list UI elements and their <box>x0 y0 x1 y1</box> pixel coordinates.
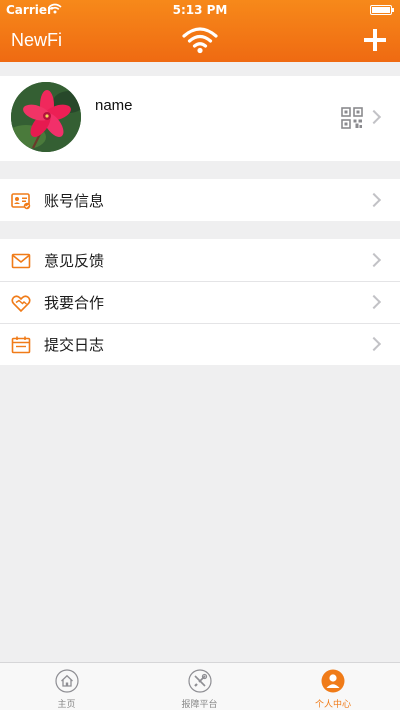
menu-group-account: 账号信息 <box>0 179 400 221</box>
chevron-right-icon <box>366 294 382 310</box>
menu-item-label: 意见反馈 <box>44 252 105 270</box>
menu-item-label: 我要合作 <box>44 294 105 312</box>
menu-item-submit-log[interactable]: 提交日志 <box>0 323 400 365</box>
tab-bar: 主页 报障平台 个人中心 <box>0 662 400 710</box>
tab-label: 个人中心 <box>314 700 351 710</box>
menu-item-account-info[interactable]: 账号信息 <box>0 179 400 221</box>
tab-personal-center[interactable]: 个人中心 <box>266 663 400 710</box>
status-time: 5:13 PM <box>172 3 228 17</box>
handshake-heart-icon <box>11 295 31 313</box>
avatar[interactable] <box>11 82 81 152</box>
chevron-right-icon <box>366 109 382 125</box>
profile-name: name <box>95 97 133 114</box>
id-card-icon <box>11 193 31 210</box>
profile-card[interactable]: name <box>0 76 400 161</box>
tab-label: 主页 <box>57 700 76 710</box>
nav-bar: Carrier 5:13 PM NewFi <box>0 0 400 62</box>
flower-avatar-image <box>11 82 81 152</box>
person-icon <box>321 669 345 693</box>
app-title: NewFi <box>11 30 63 50</box>
chevron-right-icon <box>366 336 382 352</box>
plus-icon[interactable] <box>364 29 386 51</box>
menu-item-label: 账号信息 <box>44 192 105 210</box>
tools-icon <box>188 669 212 693</box>
calendar-icon <box>11 336 31 354</box>
status-bar: Carrier 5:13 PM <box>0 0 400 20</box>
tab-label: 报障平台 <box>181 700 218 710</box>
wifi-icon[interactable] <box>182 26 218 54</box>
chevron-right-icon <box>366 192 382 208</box>
tab-home[interactable]: 主页 <box>0 663 133 710</box>
menu-item-label: 提交日志 <box>44 336 105 354</box>
qr-code-icon[interactable] <box>341 107 363 129</box>
envelope-icon <box>11 253 31 269</box>
tab-fault-platform[interactable]: 报障平台 <box>133 663 266 710</box>
battery-icon <box>370 5 394 15</box>
menu-group-more: 意见反馈 我要合作 提交日志 <box>0 239 400 365</box>
home-icon <box>55 669 79 693</box>
menu-item-feedback[interactable]: 意见反馈 <box>0 239 400 281</box>
menu-item-cooperation[interactable]: 我要合作 <box>0 281 400 323</box>
chevron-right-icon <box>366 252 382 268</box>
